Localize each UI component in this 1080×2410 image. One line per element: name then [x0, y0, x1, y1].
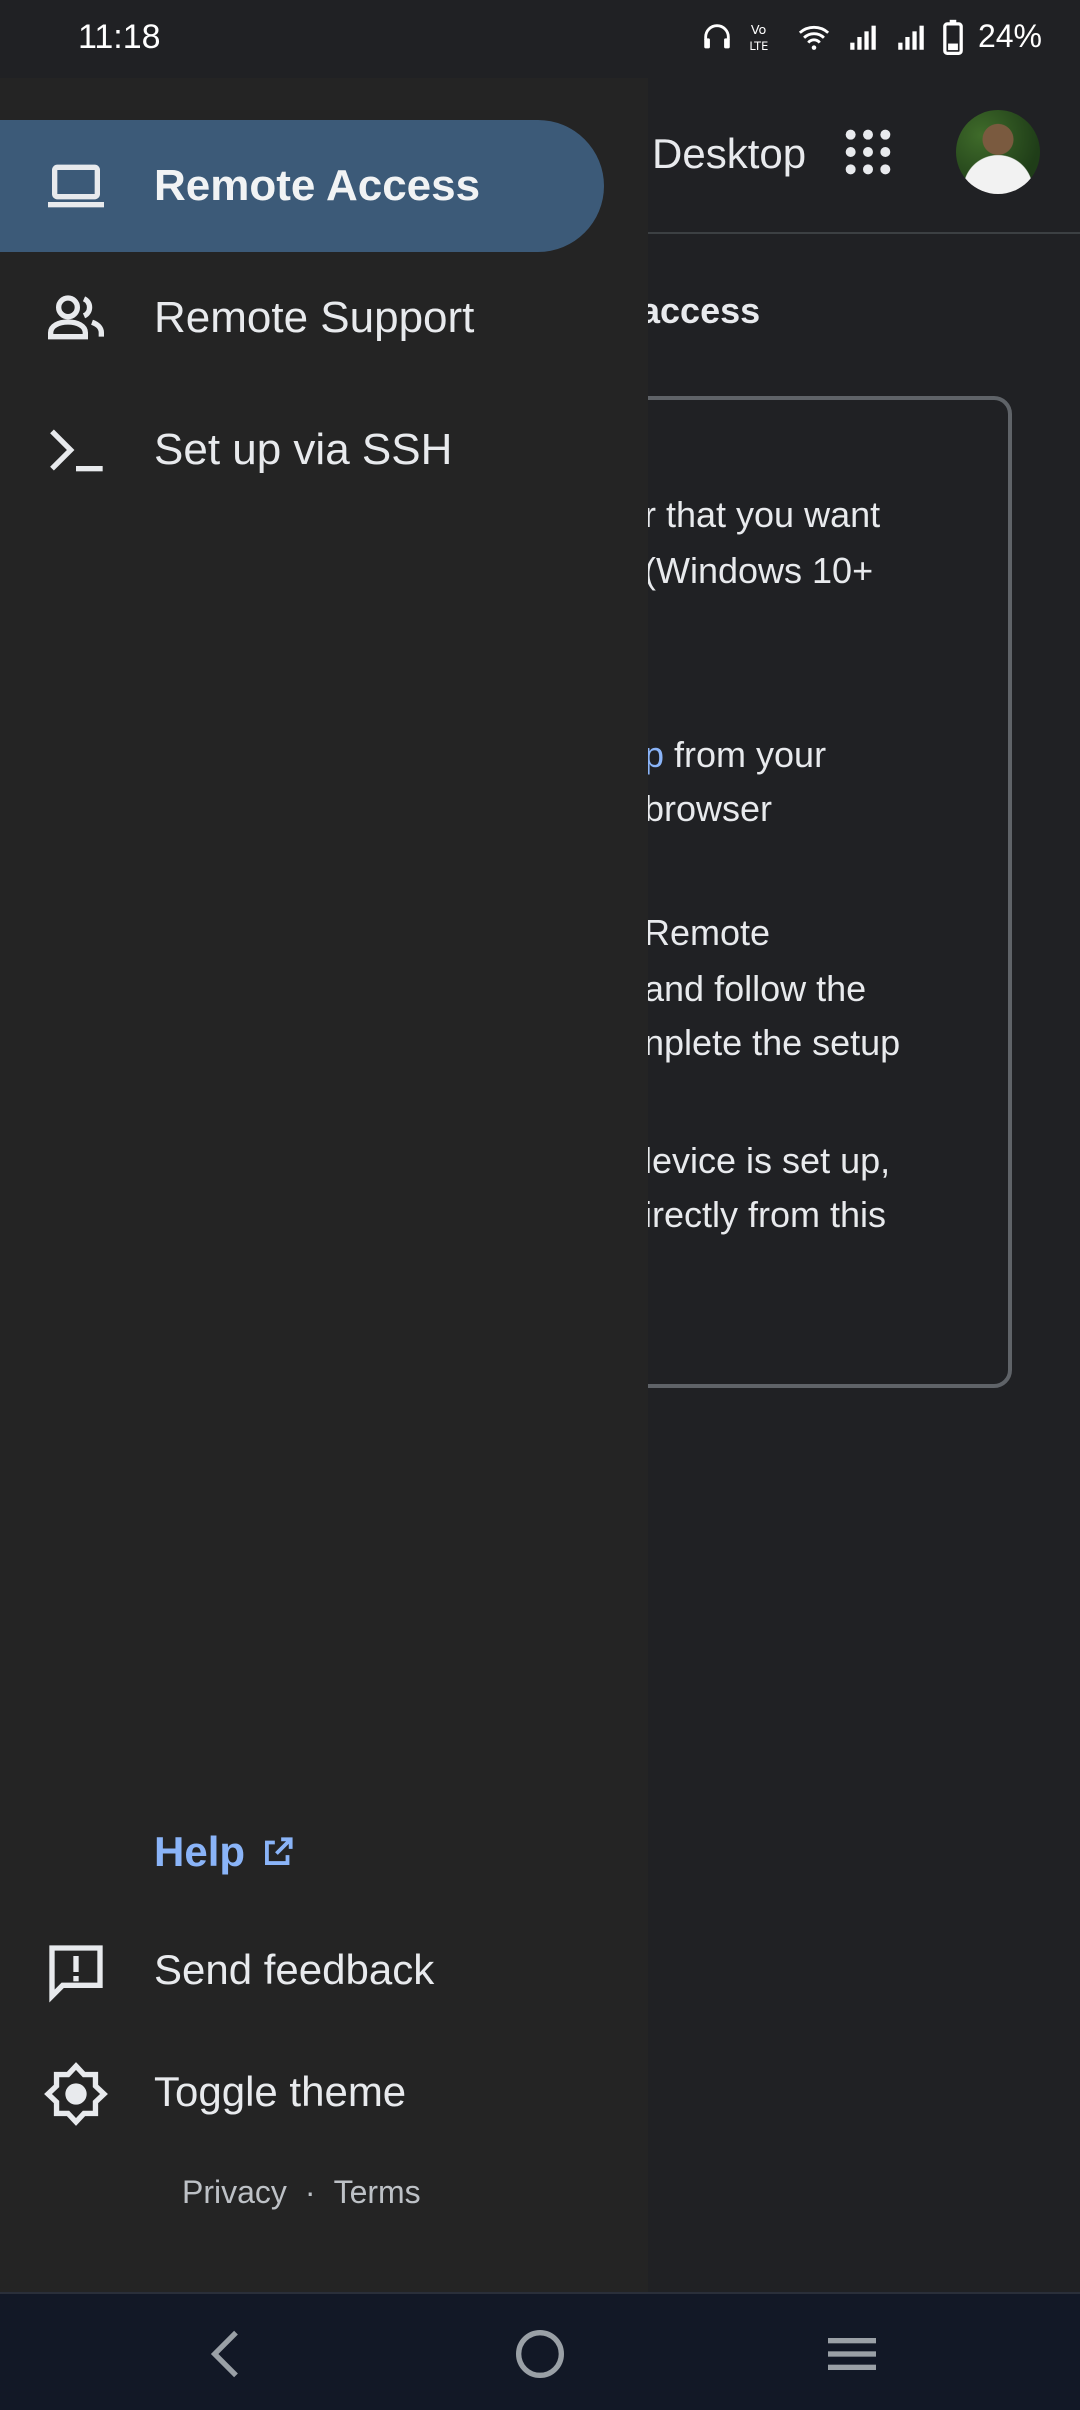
- back-icon[interactable]: [196, 2322, 260, 2386]
- apps-grid-icon[interactable]: [842, 126, 894, 178]
- card-line: Remote: [644, 912, 771, 953]
- account-avatar[interactable]: [956, 110, 1040, 194]
- card-line: levice is set up,: [644, 1140, 891, 1181]
- send-feedback-label: Send feedback: [154, 1946, 435, 1993]
- card-line: browser: [644, 788, 773, 829]
- nav-label: Remote Access: [154, 161, 481, 210]
- card-line: nplete the setup: [644, 1022, 901, 1063]
- nav-item-remote-support[interactable]: Remote Support: [0, 252, 604, 384]
- brightness-icon: [44, 2062, 108, 2126]
- card-line: and follow the: [644, 968, 867, 1009]
- open-in-new-icon: [265, 1837, 293, 1865]
- app-title: Desktop: [652, 130, 807, 177]
- battery-percent: 24%: [977, 18, 1042, 54]
- wifi-icon: [798, 25, 830, 50]
- help-link[interactable]: Help: [154, 1828, 297, 1876]
- people-icon: [44, 286, 108, 350]
- volte-icon: VoLTE: [749, 23, 768, 53]
- nav-label: Set up via SSH: [154, 425, 453, 474]
- terms-link[interactable]: Terms: [334, 2174, 421, 2211]
- signal-icon: [898, 25, 924, 50]
- headphones-icon: [704, 23, 730, 48]
- nav-label: Remote Support: [154, 293, 475, 342]
- svg-text:LTE: LTE: [749, 38, 768, 52]
- navigation-drawer: Remote Access Remote Support Set up via …: [0, 78, 648, 2292]
- card-line: irectly from this: [644, 1194, 887, 1235]
- card-line: p from your: [644, 734, 827, 775]
- feedback-icon: [49, 1945, 103, 2003]
- home-icon[interactable]: [508, 2322, 572, 2386]
- legal-links: Privacy · Terms: [182, 2174, 421, 2211]
- send-feedback-item[interactable]: Send feedback: [0, 1922, 640, 2022]
- nav-item-remote-access[interactable]: Remote Access: [0, 120, 604, 252]
- recents-icon[interactable]: [820, 2322, 884, 2386]
- status-icons: Vo LTE 24%: [700, 18, 1042, 55]
- nav-item-ssh[interactable]: Set up via SSH: [0, 384, 604, 516]
- svg-text:Vo: Vo: [751, 23, 767, 38]
- battery-icon: [943, 19, 963, 55]
- card-line: (Windows 10+: [644, 550, 874, 591]
- toggle-theme-item[interactable]: Toggle theme: [0, 2044, 640, 2144]
- help-label: Help: [154, 1828, 246, 1875]
- status-bar: 11:18 Vo LTE 24%: [0, 0, 1080, 78]
- laptop-icon: [44, 154, 108, 218]
- section-title: access: [640, 290, 761, 331]
- privacy-link[interactable]: Privacy: [182, 2174, 287, 2211]
- setup-card: [600, 396, 1012, 1388]
- card-line: r that you want: [644, 494, 881, 535]
- separator-dot: ·: [304, 2174, 316, 2210]
- terminal-icon: [44, 418, 108, 482]
- toggle-theme-label: Toggle theme: [154, 2068, 407, 2115]
- signal-icon: [850, 25, 876, 50]
- status-time: 11:18: [78, 18, 161, 56]
- system-nav-bar: [0, 2292, 1080, 2410]
